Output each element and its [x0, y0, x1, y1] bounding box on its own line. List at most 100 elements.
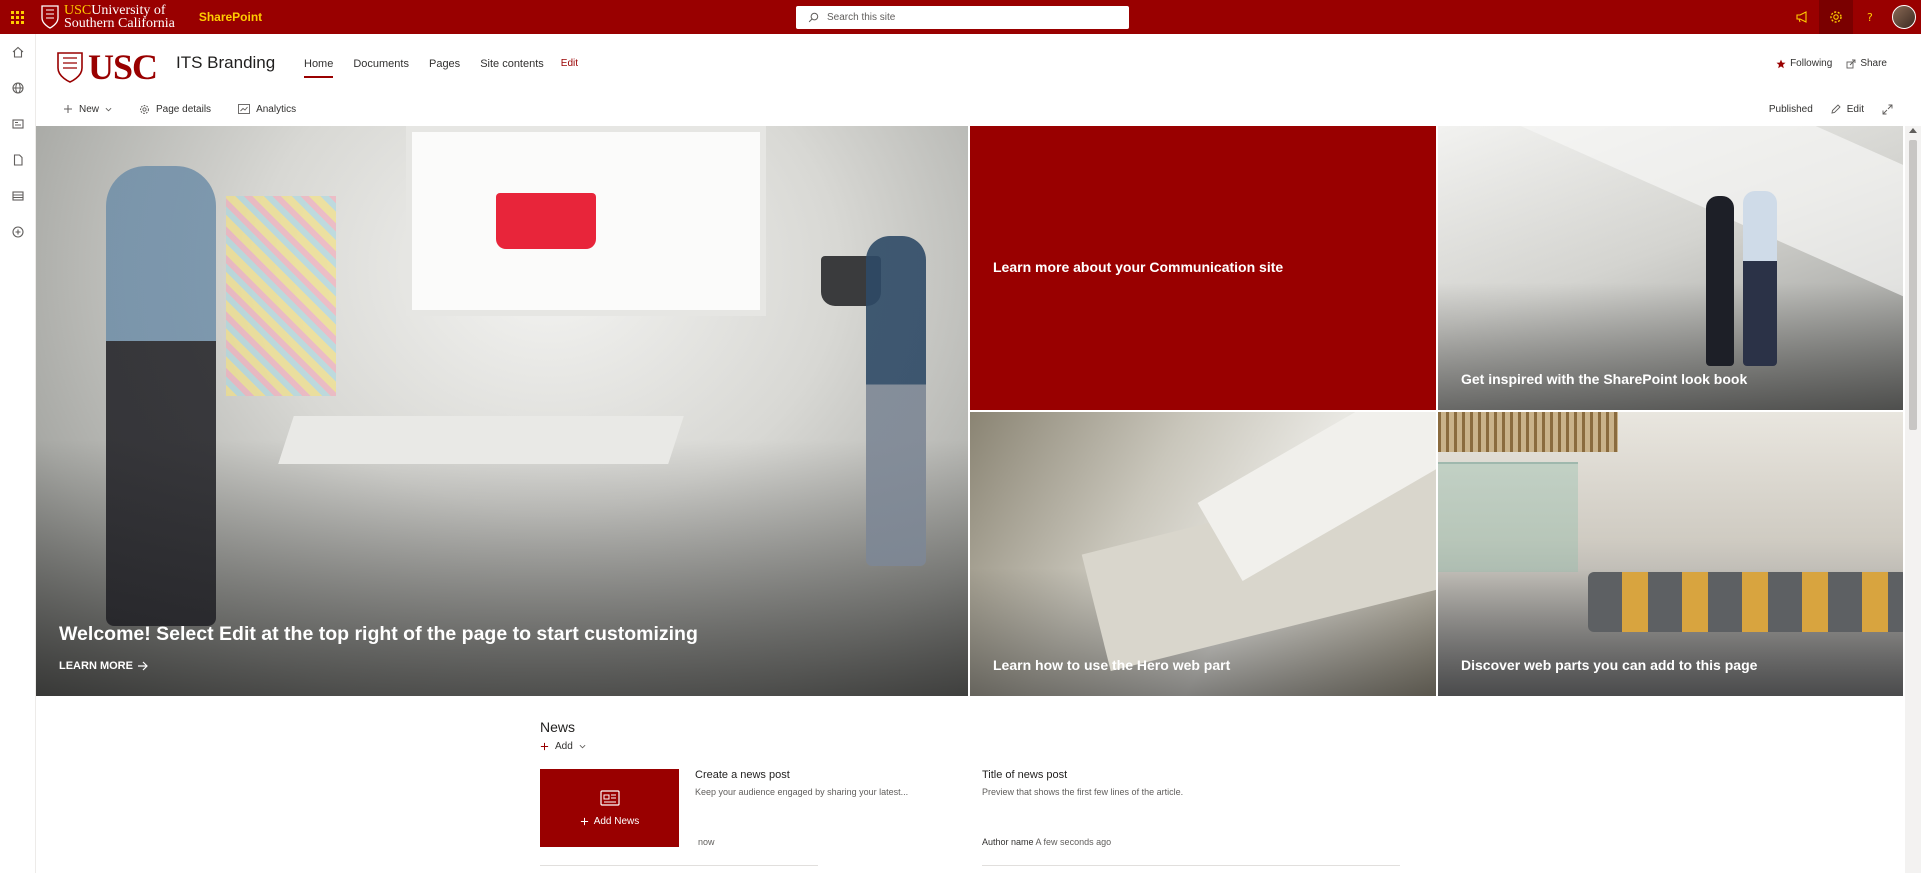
- analytics-button[interactable]: Analytics: [238, 104, 296, 115]
- lounge-seating: [1588, 572, 1903, 632]
- news-card-time: now: [698, 837, 715, 847]
- page-details-label: Page details: [156, 103, 212, 115]
- analytics-icon: [238, 104, 251, 114]
- news-add-label: Add: [555, 741, 573, 752]
- hero-tile-title: Discover web parts you can add to this p…: [1461, 657, 1758, 673]
- hero-tile-communication-site[interactable]: Learn more about your Communication site: [970, 126, 1436, 410]
- hero-tile-hero-web-part[interactable]: Learn how to use the Hero web part: [970, 412, 1436, 696]
- help-icon[interactable]: ?: [1853, 0, 1887, 34]
- plus-icon: [64, 105, 72, 113]
- news-card-title: Title of news post: [982, 769, 1068, 781]
- add-circle-icon[interactable]: [0, 214, 36, 250]
- news-card-author: Author name: [982, 837, 1034, 847]
- page-details-button[interactable]: Page details: [139, 104, 211, 115]
- search-placeholder: Search this site: [827, 12, 896, 23]
- expand-icon[interactable]: [1882, 104, 1893, 115]
- news-card-title: Create a news post: [695, 769, 790, 781]
- news-card-description: Preview that shows the first few lines o…: [982, 787, 1184, 797]
- header-actions: Following Share: [1776, 58, 1887, 69]
- standing-person: [106, 166, 216, 626]
- usc-brand-text: USCUniversity of Southern California: [64, 3, 175, 31]
- command-bar-right: Published Edit: [1769, 94, 1893, 124]
- sharepoint-app-label[interactable]: SharePoint: [199, 10, 262, 24]
- nav-home[interactable]: Home: [304, 58, 334, 78]
- staircase-shape: [1496, 126, 1903, 327]
- site-logo[interactable]: USC: [56, 46, 158, 88]
- hero-tile-look-book[interactable]: Get inspired with the SharePoint look bo…: [1438, 126, 1903, 410]
- news-card[interactable]: Title of news post Preview that shows th…: [982, 769, 1242, 847]
- following-label: Following: [1790, 58, 1833, 69]
- nav-pages[interactable]: Pages: [429, 58, 460, 78]
- document-icon[interactable]: [0, 142, 36, 178]
- site-header: USC ITS Branding Home Documents Pages Si…: [36, 34, 1921, 94]
- newspaper-icon: [599, 789, 620, 806]
- arrow-right-icon: [137, 661, 148, 671]
- news-card-time: A few seconds ago: [1035, 837, 1112, 847]
- news-add-button[interactable]: Add: [540, 741, 1400, 752]
- analytics-label: Analytics: [256, 103, 297, 115]
- suite-right-icons: ?: [1785, 0, 1921, 34]
- pencil-icon: [1831, 104, 1841, 114]
- nav-documents[interactable]: Documents: [353, 58, 409, 78]
- following-button[interactable]: Following: [1776, 58, 1832, 69]
- add-news-label: Add News: [593, 815, 640, 827]
- page-scrollbar[interactable]: [1905, 126, 1921, 873]
- person-woman: [1706, 196, 1734, 366]
- share-icon: [1846, 59, 1856, 68]
- edit-button[interactable]: Edit: [1831, 104, 1864, 115]
- list-icon[interactable]: [0, 178, 36, 214]
- scroll-up-arrow-icon[interactable]: [1909, 128, 1917, 133]
- learn-more-label: LEARN MORE: [59, 660, 133, 672]
- published-status: Published: [1768, 103, 1813, 115]
- plus-icon: [580, 817, 588, 825]
- news-card-meta: Author name A few seconds ago: [982, 837, 1111, 847]
- hero-tile-title: Learn more about your Communication site: [993, 259, 1284, 275]
- command-bar: New Page details Analytics Published Edi…: [36, 94, 1921, 124]
- sticky-notes-wall: [226, 196, 336, 396]
- add-news-label-row: Add News: [580, 815, 640, 827]
- nav-edit-link[interactable]: Edit: [561, 58, 578, 78]
- hero-tile-title: Get inspired with the SharePoint look bo…: [1461, 371, 1748, 387]
- edit-label: Edit: [1846, 103, 1864, 115]
- gear-icon[interactable]: [1819, 0, 1853, 34]
- chevron-down-icon: [105, 107, 112, 111]
- megaphone-icon[interactable]: [1785, 0, 1819, 34]
- usc-shield-icon: [41, 5, 59, 29]
- news-row: Add News Create a news post Keep your au…: [540, 769, 1400, 869]
- news-card-description: Keep your audience engaged by sharing yo…: [695, 787, 909, 797]
- usc-brand-logo[interactable]: USCUniversity of Southern California: [40, 0, 175, 34]
- news-icon[interactable]: [0, 106, 36, 142]
- app-launcher-icon[interactable]: [0, 0, 34, 34]
- suite-bar: USCUniversity of Southern California Sha…: [0, 0, 1921, 34]
- hero-main-tile[interactable]: Welcome! Select Edit at the top right of…: [36, 126, 968, 696]
- news-card[interactable]: Create a news post Keep your audience en…: [695, 769, 955, 847]
- plus-icon: [540, 742, 549, 751]
- glass-railing: [1438, 462, 1578, 572]
- learn-more-link[interactable]: LEARN MORE: [59, 660, 148, 672]
- home-icon[interactable]: [0, 34, 36, 70]
- share-button[interactable]: Share: [1846, 58, 1887, 69]
- new-button[interactable]: New: [63, 104, 112, 115]
- news-title: News: [540, 719, 576, 735]
- globe-icon[interactable]: [0, 70, 36, 106]
- add-news-tile[interactable]: Add News: [540, 769, 679, 847]
- avatar[interactable]: [1892, 5, 1916, 29]
- hero-tile-web-parts[interactable]: Discover web parts you can add to this p…: [1438, 412, 1903, 696]
- hero-main-title: Welcome! Select Edit at the top right of…: [59, 623, 698, 645]
- scroll-thumb[interactable]: [1909, 140, 1917, 430]
- nav-site-contents[interactable]: Site contents: [480, 58, 544, 78]
- site-title[interactable]: ITS Branding: [176, 53, 275, 73]
- divider: [540, 865, 818, 866]
- search-input[interactable]: Search this site: [796, 6, 1129, 29]
- standing-person-right: [866, 236, 926, 566]
- svg-text:?: ?: [1867, 11, 1873, 24]
- person-man: [1743, 191, 1777, 366]
- meeting-table: [278, 416, 684, 464]
- gear-icon: [140, 104, 150, 114]
- ceiling-slats: [1438, 412, 1618, 452]
- search-icon: [808, 12, 819, 23]
- chevron-down-icon: [579, 744, 586, 749]
- red-pendant-lamp: [496, 193, 596, 249]
- hero-web-part: Welcome! Select Edit at the top right of…: [36, 126, 1903, 696]
- usc-seal-icon: [57, 52, 83, 83]
